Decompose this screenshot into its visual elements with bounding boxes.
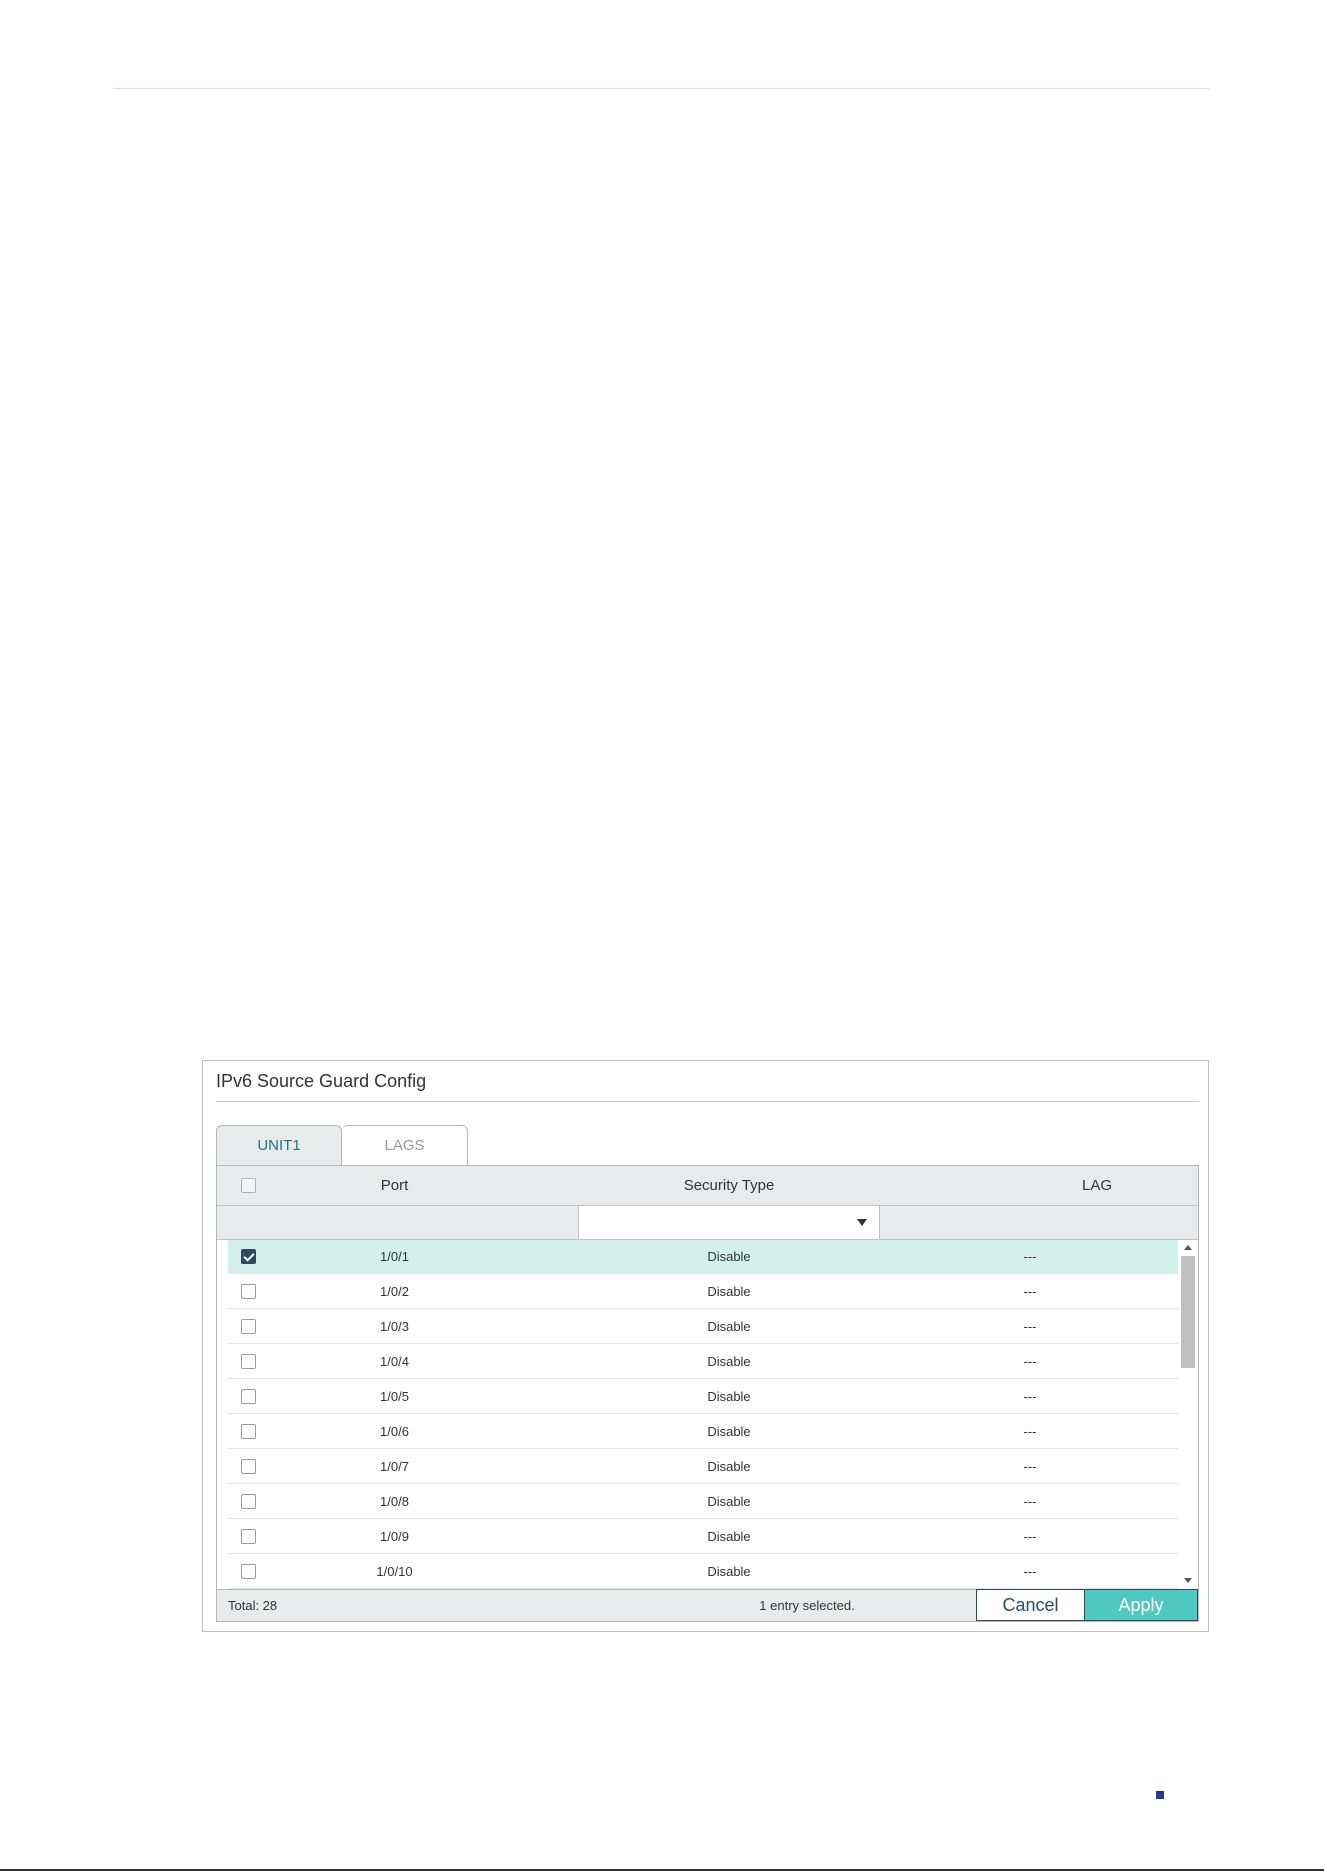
port-cell: 1/0/1 bbox=[380, 1249, 409, 1264]
port-cell: 1/0/9 bbox=[380, 1529, 409, 1544]
table-header: Port Security Type LAG bbox=[217, 1166, 1198, 1206]
port-cell: 1/0/6 bbox=[380, 1424, 409, 1439]
table-row[interactable]: 1/0/7 Disable --- bbox=[228, 1449, 1178, 1484]
security-type-cell: Disable bbox=[707, 1319, 751, 1334]
table-row[interactable]: 1/0/10 Disable --- bbox=[228, 1554, 1178, 1589]
table-scrollbar[interactable] bbox=[1178, 1240, 1198, 1589]
panel-title-divider bbox=[216, 1101, 1199, 1102]
selection-status: 1 entry selected. bbox=[759, 1598, 855, 1613]
table-row[interactable]: 1/0/3 Disable --- bbox=[228, 1309, 1178, 1344]
table-footer: Total: 28 1 entry selected. Cancel Apply bbox=[217, 1589, 1198, 1621]
table-row[interactable]: 1/0/4 Disable --- bbox=[228, 1344, 1178, 1379]
chevron-down-icon bbox=[857, 1219, 867, 1226]
port-cell: 1/0/5 bbox=[380, 1389, 409, 1404]
panel-title: IPv6 Source Guard Config bbox=[216, 1071, 427, 1091]
row-checkbox[interactable] bbox=[241, 1249, 256, 1264]
table-row[interactable]: 1/0/5 Disable --- bbox=[228, 1379, 1178, 1414]
security-type-cell: Disable bbox=[707, 1424, 751, 1439]
page-marker bbox=[1156, 1791, 1164, 1799]
table-row[interactable]: 1/0/1 Disable --- bbox=[228, 1240, 1178, 1274]
scroll-thumb[interactable] bbox=[1181, 1256, 1195, 1368]
port-cell: 1/0/2 bbox=[380, 1284, 409, 1299]
tab-unit1[interactable]: UNIT1 bbox=[216, 1125, 342, 1165]
lag-cell: --- bbox=[1023, 1354, 1037, 1369]
security-type-cell: Disable bbox=[707, 1459, 751, 1474]
table-body: 1/0/1 Disable --- 1/0/2 Disable --- 1/0/3 Disab… bbox=[217, 1240, 1198, 1589]
security-type-cell: Disable bbox=[707, 1249, 751, 1264]
security-type-cell: Disable bbox=[707, 1389, 751, 1404]
lag-cell: --- bbox=[1023, 1284, 1037, 1299]
cancel-button[interactable]: Cancel bbox=[976, 1589, 1085, 1621]
lag-cell: --- bbox=[1023, 1249, 1037, 1264]
row-checkbox[interactable] bbox=[241, 1424, 256, 1439]
lag-cell: --- bbox=[1023, 1459, 1037, 1474]
port-cell: 1/0/4 bbox=[380, 1354, 409, 1369]
lag-cell: --- bbox=[1023, 1389, 1037, 1404]
port-cell: 1/0/8 bbox=[380, 1494, 409, 1509]
lag-cell: --- bbox=[1023, 1424, 1037, 1439]
row-checkbox[interactable] bbox=[241, 1459, 256, 1474]
lag-cell: --- bbox=[1023, 1564, 1037, 1579]
table-row[interactable]: 1/0/2 Disable --- bbox=[228, 1274, 1178, 1309]
column-header-lag: LAG bbox=[1081, 1177, 1112, 1194]
total-count: Total: 28 bbox=[228, 1598, 278, 1613]
select-all-checkbox[interactable] bbox=[241, 1178, 256, 1193]
apply-button[interactable]: Apply bbox=[1085, 1589, 1198, 1621]
table-row[interactable]: 1/0/8 Disable --- bbox=[228, 1484, 1178, 1519]
tab-lags[interactable]: LAGS bbox=[342, 1125, 468, 1165]
port-cell: 1/0/3 bbox=[380, 1319, 409, 1334]
table-row[interactable]: 1/0/6 Disable --- bbox=[228, 1414, 1178, 1449]
row-checkbox[interactable] bbox=[241, 1319, 256, 1334]
lag-cell: --- bbox=[1023, 1529, 1037, 1544]
security-type-cell: Disable bbox=[707, 1284, 751, 1299]
lag-cell: --- bbox=[1023, 1494, 1037, 1509]
ipv6-source-guard-config-panel: IPv6 Source Guard Config UNIT1 LAGS Port… bbox=[202, 1060, 1209, 1632]
tab-bar: UNIT1 LAGS bbox=[216, 1125, 468, 1165]
lag-cell: --- bbox=[1023, 1319, 1037, 1334]
scroll-up-arrow-icon[interactable] bbox=[1184, 1245, 1192, 1250]
security-type-cell: Disable bbox=[707, 1494, 751, 1509]
row-checkbox[interactable] bbox=[241, 1284, 256, 1299]
port-cell: 1/0/10 bbox=[376, 1564, 413, 1579]
row-checkbox[interactable] bbox=[241, 1564, 256, 1579]
security-type-filter-select[interactable] bbox=[578, 1206, 880, 1239]
scroll-down-arrow-icon[interactable] bbox=[1184, 1578, 1192, 1583]
row-checkbox[interactable] bbox=[241, 1354, 256, 1369]
security-type-cell: Disable bbox=[707, 1529, 751, 1544]
row-checkbox[interactable] bbox=[241, 1529, 256, 1544]
column-header-port: Port bbox=[380, 1177, 409, 1194]
filter-row bbox=[217, 1206, 1198, 1240]
port-cell: 1/0/7 bbox=[380, 1459, 409, 1474]
port-table: Port Security Type LAG 1/0/1 Disable --- 1/… bbox=[216, 1165, 1199, 1622]
security-type-cell: Disable bbox=[707, 1354, 751, 1369]
security-type-cell: Disable bbox=[707, 1564, 751, 1579]
bottom-divider bbox=[0, 1869, 1324, 1871]
top-divider bbox=[113, 88, 1209, 89]
row-checkbox[interactable] bbox=[241, 1389, 256, 1404]
row-checkbox[interactable] bbox=[241, 1494, 256, 1509]
table-row[interactable]: 1/0/9 Disable --- bbox=[228, 1519, 1178, 1554]
